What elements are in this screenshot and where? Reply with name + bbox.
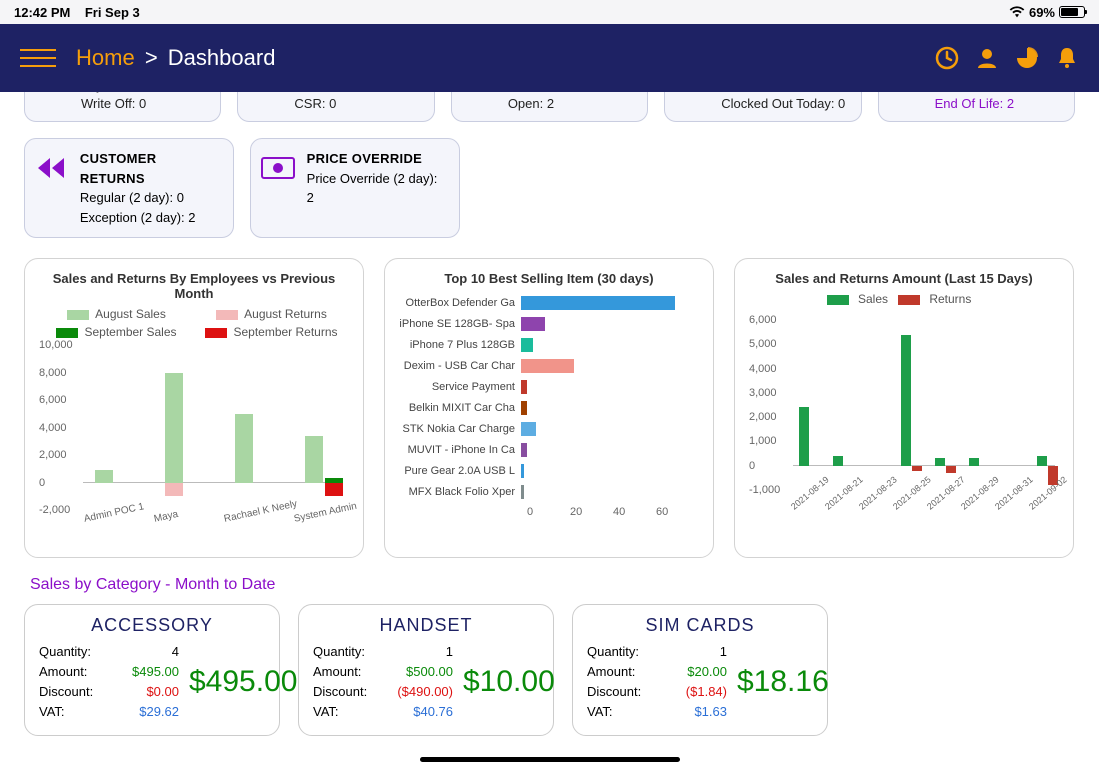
sbc-card[interactable]: HANDSETQuantity:1Amount:$500.00Discount:… <box>298 604 554 736</box>
summary-card[interactable]: Open: 2 <box>451 92 648 122</box>
nav-bar: Home > Dashboard <box>0 24 1099 92</box>
menu-icon[interactable] <box>20 49 56 67</box>
employees-chart-panel: Sales and Returns By Employees vs Previo… <box>24 258 364 558</box>
status-bar: 12:42 PM Fri Sep 3 69% <box>0 0 1099 24</box>
chart2-title: Top 10 Best Selling Item (30 days) <box>399 271 699 286</box>
breadcrumb-current: Dashboard <box>168 45 276 70</box>
summary-card[interactable]: Adjust In: 0Write Off: 0 <box>24 92 221 122</box>
chart1-title: Sales and Returns By Employees vs Previo… <box>39 271 349 301</box>
sbc-card[interactable]: ACCESSORYQuantity:4Amount:$495.00Discoun… <box>24 604 280 736</box>
money-icon <box>259 149 297 187</box>
battery-icon <box>1059 6 1085 18</box>
bell-icon[interactable] <box>1055 46 1079 70</box>
sbc-title: Sales by Category - Month to Date <box>30 576 1075 594</box>
status-date: Fri Sep 3 <box>85 5 140 20</box>
breadcrumb: Home > Dashboard <box>76 45 275 71</box>
action-card[interactable]: CUSTOMER RETURNSRegular (2 day): 0Except… <box>24 138 234 238</box>
breadcrumb-sep: > <box>145 45 158 70</box>
sbc-row: ACCESSORYQuantity:4Amount:$495.00Discoun… <box>24 604 1075 736</box>
summary-cards-row-2: CUSTOMER RETURNSRegular (2 day): 0Except… <box>24 138 1075 238</box>
chart1-legend: August SalesAugust ReturnsSeptember Sale… <box>39 307 349 339</box>
home-indicator[interactable] <box>420 757 680 762</box>
status-right: 69% <box>1009 5 1085 20</box>
summary-card[interactable]: End Of Life: 2 <box>878 92 1075 122</box>
status-left: 12:42 PM Fri Sep 3 <box>14 5 140 20</box>
action-card[interactable]: PRICE OVERRIDEPrice Override (2 day): 2 <box>250 138 460 238</box>
summary-card[interactable]: Clocked Out Today: 0 <box>664 92 861 122</box>
summary-cards-row: Adjust In: 0Write Off: 0 CSR: 0 Open: 2 Clo… <box>24 92 1075 122</box>
sbc-card[interactable]: SIM CARDSQuantity:1Amount:$20.00Discount… <box>572 604 828 736</box>
chart3-title: Sales and Returns Amount (Last 15 Days) <box>749 271 1059 286</box>
status-time: 12:42 PM <box>14 5 70 20</box>
breadcrumb-home[interactable]: Home <box>76 45 135 70</box>
user-icon[interactable] <box>975 46 999 70</box>
chart3-legend: Sales Returns <box>749 292 1059 306</box>
pie-chart-icon[interactable] <box>1015 46 1039 70</box>
summary-card[interactable]: CSR: 0 <box>237 92 434 122</box>
battery-pct: 69% <box>1029 5 1055 20</box>
clock-icon[interactable] <box>935 46 959 70</box>
daily-chart-panel: Sales and Returns Amount (Last 15 Days) … <box>734 258 1074 558</box>
top-items-chart-panel: Top 10 Best Selling Item (30 days) Otter… <box>384 258 714 558</box>
rewind-icon <box>33 149 70 187</box>
wifi-icon <box>1009 6 1025 18</box>
